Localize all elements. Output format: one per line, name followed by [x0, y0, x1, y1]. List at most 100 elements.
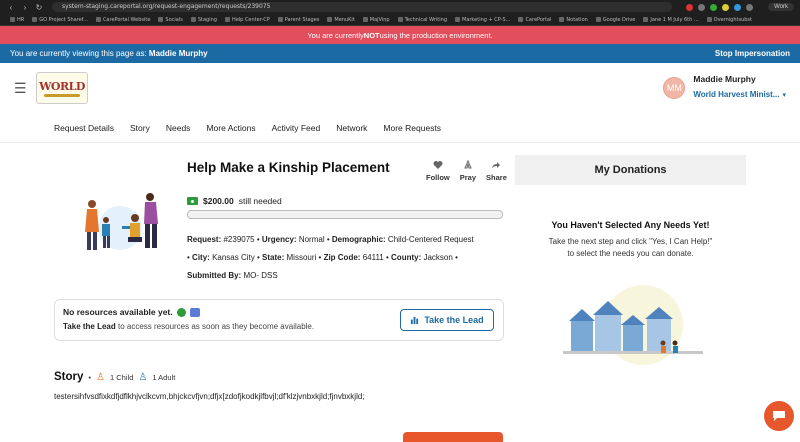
take-the-lead-button[interactable]: Take the Lead	[400, 309, 494, 331]
profile-button[interactable]: Work	[768, 3, 794, 11]
meta-county-label: County:	[391, 253, 422, 262]
bookmark-item[interactable]: Google Drive	[596, 17, 636, 23]
logo-text: WORLD	[39, 79, 85, 93]
extension-icons	[686, 3, 753, 11]
bookmark-item[interactable]: Staging	[191, 17, 217, 23]
bookmark-item[interactable]: MenuKit	[327, 17, 354, 23]
bookmark-item[interactable]: Technical Writing	[398, 17, 447, 23]
resources-card: No resources available yet. Take the Lea…	[54, 299, 504, 341]
extension-icon[interactable]	[698, 3, 705, 11]
bookmark-item[interactable]: MajVinp	[363, 17, 390, 23]
tab-request-details[interactable]: Request Details	[54, 123, 114, 133]
meta-submitted-value: MO- DSS	[243, 271, 278, 280]
extension-icon[interactable]	[722, 3, 729, 11]
donations-empty-line2: to select the needs you can donate.	[567, 249, 694, 258]
meta-request-label: Request:	[187, 235, 222, 244]
request-actions: Follow Pray Share	[426, 160, 507, 182]
child-count: 1 Child	[110, 372, 134, 382]
share-button[interactable]: Share	[486, 160, 507, 182]
impersonation-prefix: You are currently viewing this page as:	[10, 49, 149, 58]
tab-story[interactable]: Story	[130, 123, 150, 133]
bullet: •	[256, 235, 260, 244]
request-tabs: Request Details Story Needs More Actions…	[0, 113, 800, 143]
request-meta: Request: #239075 • Urgency: Normal • Dem…	[187, 231, 509, 285]
bullet: •	[318, 253, 322, 262]
lead-icon	[411, 316, 419, 324]
env-text-emphasis: NOT	[363, 30, 380, 40]
stop-impersonation-button[interactable]: Stop Impersonation	[715, 49, 790, 58]
hamburger-icon[interactable]: ☰	[14, 80, 30, 97]
tab-network[interactable]: Network	[336, 123, 367, 133]
story-header: Story • ♙ 1 Child ♙ 1 Adult	[54, 371, 175, 383]
chevron-down-icon[interactable]: ▾	[782, 92, 786, 99]
extension-icon[interactable]	[734, 3, 741, 11]
bookmark-item[interactable]: CarePortal Website	[96, 17, 150, 23]
impersonation-text: You are currently viewing this page as: …	[10, 49, 208, 58]
reload-icon[interactable]: ↻	[34, 3, 44, 12]
donations-empty-line1: Take the next step and click "Yes, I Can…	[548, 237, 713, 246]
user-menu[interactable]: MM Maddie Murphy World Harvest Minist...…	[663, 74, 786, 102]
bullet: •	[385, 253, 389, 262]
story-text: testersihfvsdfixkdfjdflkhjvclkcvm,bhjckc…	[54, 392, 365, 401]
bookmark-item[interactable]: GO Project Sharef...	[32, 17, 88, 23]
adult-count: 1 Adult	[152, 372, 176, 382]
resources-subtitle: Take the Lead to access resources as soo…	[63, 322, 314, 331]
tab-activity-feed[interactable]: Activity Feed	[272, 123, 321, 133]
meta-zip-label: Zip Code:	[323, 253, 361, 262]
meta-zip-value: 64111	[362, 253, 384, 262]
amount-value: $200.00	[203, 196, 234, 206]
take-the-lead-label: Take the Lead	[424, 315, 484, 325]
follow-button[interactable]: Follow	[426, 160, 450, 182]
tab-more-actions[interactable]: More Actions	[206, 123, 255, 133]
adult-icon: ♙	[138, 371, 148, 383]
back-icon[interactable]: ‹	[6, 3, 16, 12]
user-name: Maddie Murphy	[693, 74, 756, 84]
environment-banner: You are currently NOT using the producti…	[0, 26, 800, 44]
share-icon	[492, 162, 501, 168]
meta-request-value: #239075	[223, 235, 255, 244]
env-text-prefix: You are currently	[307, 30, 364, 40]
extension-icon[interactable]	[710, 3, 717, 11]
bookmark-item[interactable]: Socials	[158, 17, 182, 23]
donations-title: My Donations	[515, 155, 746, 185]
funding-progress-bar	[187, 210, 503, 219]
resources-sub-rest: to access resources as soon as they beco…	[115, 322, 315, 331]
app-header: ☰ WORLD MM Maddie Murphy World Harvest M…	[0, 63, 800, 113]
bullet: •	[187, 253, 190, 262]
bookmark-item[interactable]: Parent Stages	[278, 17, 320, 23]
amount-suffix: still needed	[238, 196, 282, 206]
forward-icon[interactable]: ›	[20, 3, 30, 12]
bookmark-item[interactable]: Help Center-CP	[225, 17, 270, 23]
family-illustration	[85, 193, 158, 250]
bookmark-item[interactable]: HR	[10, 17, 24, 23]
meta-state-value: Missouri	[286, 253, 317, 262]
tab-needs[interactable]: Needs	[166, 123, 191, 133]
resource-icon	[176, 307, 186, 317]
story-title: Story	[54, 371, 84, 383]
resources-sub-emphasis: Take the Lead	[63, 322, 116, 331]
bookmark-item[interactable]: Marketing + CP-S...	[455, 17, 510, 23]
follow-label: Follow	[426, 173, 450, 182]
yes-i-can-help-button[interactable]	[403, 432, 503, 442]
address-bar[interactable]: system-staging.careportal.org/request-en…	[52, 2, 672, 12]
team-icon	[189, 307, 200, 317]
bookmark-item[interactable]: CarePortal	[518, 17, 551, 23]
bullet: •	[88, 372, 92, 382]
bullet: •	[455, 253, 458, 262]
bookmark-item[interactable]: Jane 1 M July 6th ...	[643, 17, 698, 23]
bookmark-item[interactable]: Overnightsubst	[707, 17, 752, 23]
pray-icon	[464, 160, 472, 169]
bookmark-item[interactable]: Notation	[559, 17, 587, 23]
meta-city-label: City:	[192, 253, 210, 262]
meta-county-value: Jackson	[423, 253, 453, 262]
pray-button[interactable]: Pray	[460, 160, 476, 182]
heart-icon	[433, 161, 443, 169]
tab-more-requests[interactable]: More Requests	[383, 123, 441, 133]
extension-icon[interactable]	[746, 3, 753, 11]
extension-icon[interactable]	[686, 3, 693, 11]
org-logo[interactable]: WORLD	[36, 72, 88, 104]
user-org: World Harvest Minist...	[693, 90, 780, 99]
env-text-suffix: using the production environment.	[379, 30, 493, 40]
chat-button[interactable]	[764, 401, 794, 431]
resources-title: No resources available yet.	[63, 307, 173, 317]
